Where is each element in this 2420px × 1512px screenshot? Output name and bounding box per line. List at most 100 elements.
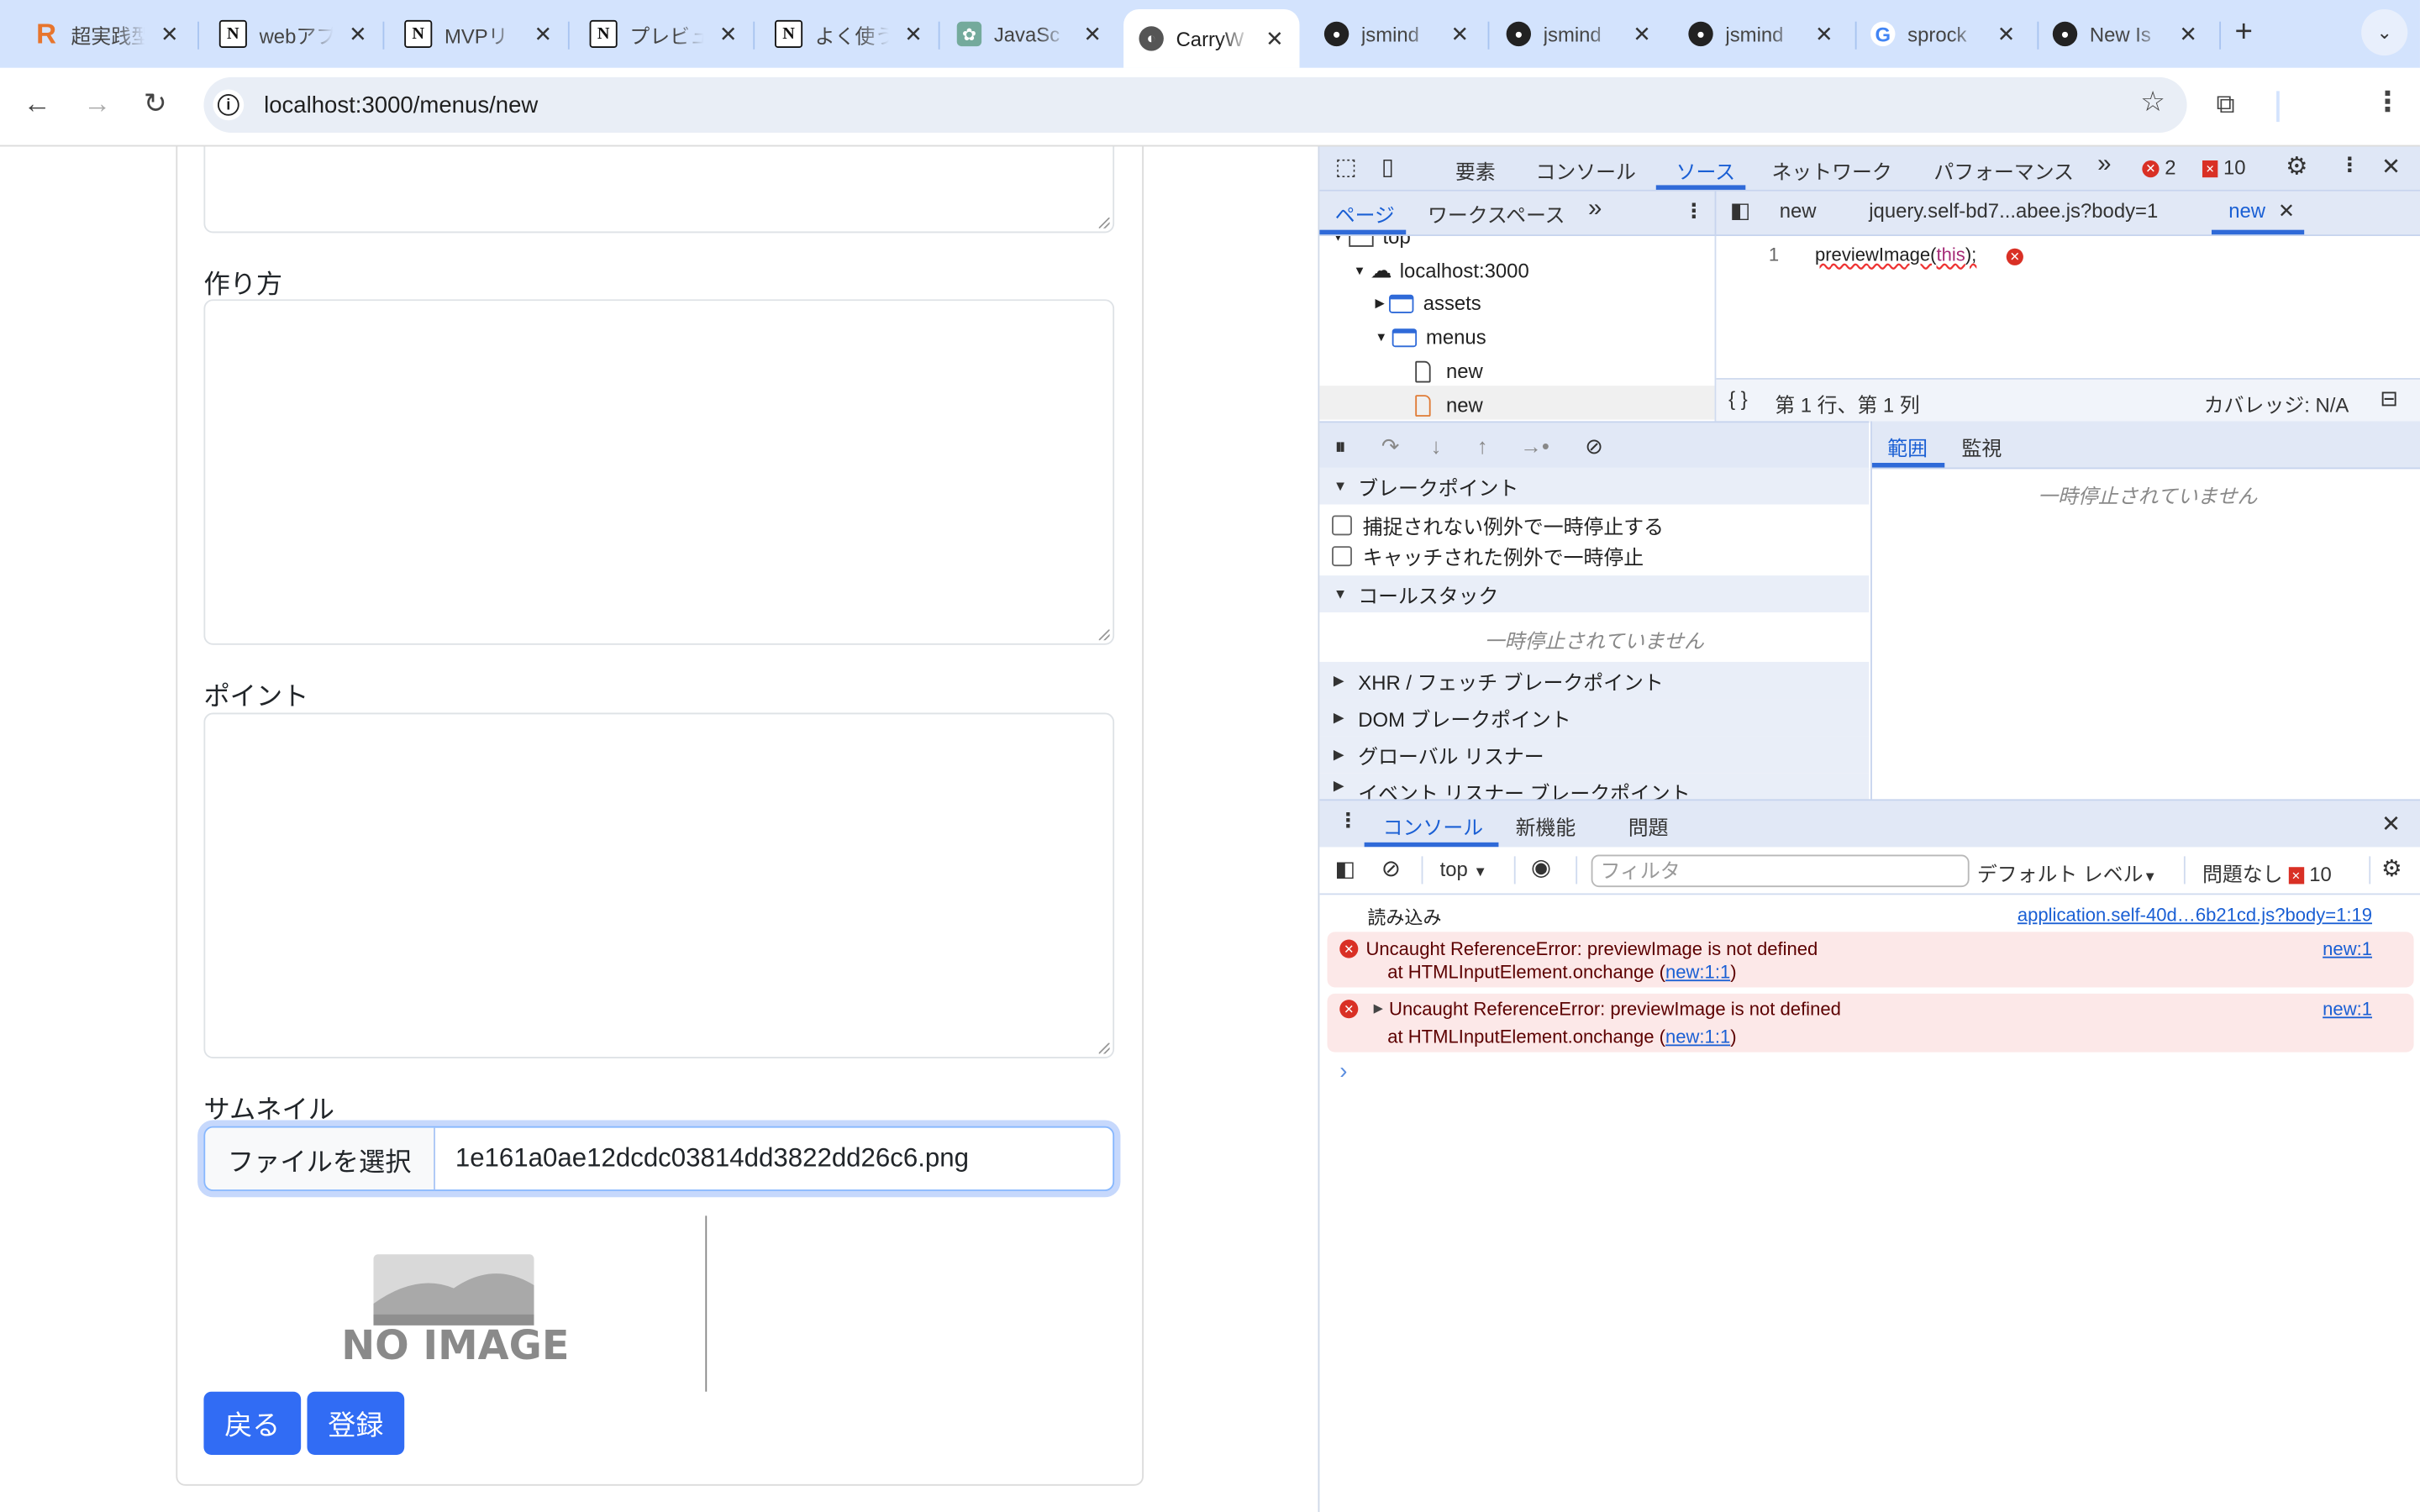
address-bar[interactable]: i localhost:3000/menus/new ☆ (203, 76, 2187, 133)
close-tab-icon[interactable]: ✕ (2179, 21, 2197, 47)
xhr-breakpoints-header[interactable]: ▶ XHR / フェッチ ブレークポイント (1319, 661, 1870, 700)
editor-tab[interactable]: jquery.self-bd7...abee.js?body=1 (1869, 199, 2158, 223)
tab-page[interactable]: ページ (1335, 199, 1395, 228)
show-drawer-icon[interactable]: ⊟ (2380, 386, 2398, 412)
console-filter-input[interactable]: フィルタ (1591, 854, 1970, 888)
warning-count-badge[interactable]: ✕ 10 (2202, 156, 2246, 179)
log-level-dropdown[interactable]: デフォルト レベル▼ (1977, 858, 2157, 887)
drawer-tab-issues[interactable]: 問題 (1628, 811, 1669, 841)
clear-console-icon[interactable]: ⊘ (1381, 855, 1401, 882)
global-listeners-header[interactable]: ▶ グローバル リスナー (1319, 736, 1870, 774)
more-nav-tabs-icon[interactable]: » (1588, 196, 1602, 223)
forward-arrow-icon[interactable]: → (83, 88, 111, 121)
tab[interactable]: ● jsmind ✕ (1506, 13, 1651, 55)
editor-tab[interactable]: new (1780, 199, 1817, 223)
tree-item-folder[interactable]: ▼ menus (1375, 326, 1486, 349)
tab[interactable]: ● jsmind ✕ (1688, 13, 1833, 55)
close-tab-icon[interactable]: ✕ (349, 21, 367, 47)
step-out-icon[interactable]: ↑ (1477, 433, 1488, 458)
close-tab-icon[interactable]: ✕ (1083, 21, 1102, 47)
issues-counter[interactable]: 問題なし ✕ 10 (2202, 858, 2332, 887)
callstack-header[interactable]: ▼ コールスタック (1319, 575, 1870, 613)
tree-item-folder[interactable]: ▶ assets (1375, 291, 1481, 315)
step-into-icon[interactable]: ↓ (1431, 433, 1442, 458)
device-toolbar-icon[interactable]: ▯ (1381, 153, 1394, 181)
point-textarea[interactable] (203, 712, 1115, 1058)
close-tab-icon[interactable]: ✕ (1997, 21, 2016, 47)
more-tabs-icon[interactable]: » (2097, 151, 2111, 179)
new-tab-button[interactable]: + (2235, 15, 2253, 50)
tab-active[interactable]: ◐ CarryW ✕ (1123, 9, 1300, 68)
close-tab-icon[interactable]: ✕ (904, 21, 923, 47)
tab[interactable]: R 超実践型 ✕ (34, 13, 178, 55)
pretty-print-icon[interactable]: { } (1728, 387, 1748, 411)
close-tab-icon[interactable]: ✕ (719, 21, 738, 47)
console-source-link[interactable]: application.self-40d…6b21cd.js?body=1:19 (2018, 904, 2372, 926)
thumbnail-file-input[interactable]: ファイルを選択 1e161a0ae12dcdc03814dd3822dd26c6… (203, 1126, 1115, 1191)
back-button[interactable]: 戻る (203, 1391, 302, 1456)
editor-tab-active[interactable]: new (2228, 199, 2265, 223)
breakpoints-header[interactable]: ▼ ブレークポイント (1319, 467, 1870, 505)
extensions-puzzle-icon[interactable]: ⧉ (2217, 90, 2235, 121)
tab-elements[interactable]: 要素 (1455, 156, 1496, 186)
error-source-link[interactable]: new:1 (2323, 938, 2372, 960)
error-source-link[interactable]: new:1 (2323, 998, 2372, 1020)
stack-link[interactable]: new:1:1 (1665, 1026, 1730, 1047)
close-tab-icon[interactable]: ✕ (1265, 25, 1284, 51)
close-tab-icon[interactable]: ✕ (534, 21, 552, 47)
back-arrow-icon[interactable]: ← (24, 88, 51, 121)
tab-scope[interactable]: 範囲 (1887, 432, 1928, 461)
stack-link[interactable]: new:1:1 (1665, 961, 1730, 983)
close-tab-icon[interactable]: ✕ (1633, 21, 1651, 47)
settings-gear-icon[interactable]: ⚙ (2286, 151, 2307, 182)
submit-button[interactable]: 登録 (307, 1391, 405, 1456)
tab[interactable]: N webアプ ✕ (218, 13, 367, 55)
tree-item-host[interactable]: ▼ ☁ localhost:3000 (1354, 258, 1529, 284)
inline-error-icon[interactable]: ✕ (2006, 248, 2023, 265)
tab-network[interactable]: ネットワーク (1772, 156, 1892, 186)
tree-item-top[interactable]: ▼ top (1332, 236, 1411, 249)
tab[interactable]: ✿ JavaSc ✕ (956, 13, 1102, 55)
live-expression-eye-icon[interactable]: ◉ (1531, 853, 1551, 881)
site-info-icon[interactable]: i (213, 89, 245, 121)
expand-triangle-icon[interactable]: ▶ (1374, 1001, 1383, 1016)
bookmark-star-icon[interactable]: ☆ (2140, 87, 2165, 119)
tab[interactable]: N プレビュ ✕ (589, 13, 738, 55)
tab[interactable]: ● jsmind ✕ (1323, 13, 1469, 55)
error-count-badge[interactable]: ✕ 2 (2142, 156, 2175, 179)
close-tab-icon[interactable]: ✕ (1815, 21, 1833, 47)
close-tab-icon[interactable]: ✕ (160, 21, 179, 47)
tab-console[interactable]: コンソール (1536, 156, 1636, 186)
tab-watch[interactable]: 監視 (1961, 432, 2002, 461)
close-tab-icon[interactable]: ✕ (1450, 21, 1469, 47)
code-editor[interactable]: 1 previewImage(this); ✕ (1716, 236, 2420, 375)
drawer-tab-console[interactable]: コンソール (1383, 811, 1483, 841)
pause-icon[interactable]: ⏸ (1335, 433, 1346, 459)
pause-caught-checkbox[interactable]: キャッチされた例外で一時停止 (1332, 542, 1644, 571)
tab-performance[interactable]: パフォーマンス (1933, 156, 2074, 186)
close-devtools-icon[interactable]: ✕ (2381, 153, 2401, 181)
step-over-icon[interactable]: ↷ (1381, 433, 1400, 459)
tab[interactable]: N よく使う ✕ (775, 13, 923, 55)
console-sidebar-icon[interactable]: ◧ (1335, 856, 1355, 882)
console-prompt-icon[interactable]: › (1339, 1058, 1347, 1084)
choose-file-button[interactable]: ファイルを選択 (205, 1127, 435, 1190)
tree-item-file[interactable]: new (1415, 360, 1483, 383)
tab-sources[interactable]: ソース (1676, 156, 1735, 186)
tab-workspace[interactable]: ワークスペース (1428, 199, 1565, 228)
reload-icon[interactable]: ↻ (144, 88, 167, 121)
tab[interactable]: G sprock ✕ (1870, 13, 2015, 55)
tree-item-file-selected[interactable]: new (1415, 393, 1483, 417)
browser-menu-icon[interactable]: ⋮ (2374, 87, 2402, 119)
inspect-element-icon[interactable]: ⬚ (1335, 153, 1357, 181)
tab[interactable]: N MVPリ ✕ (404, 13, 552, 55)
console-error-message[interactable]: ✕ ▶ Uncaught ReferenceError: previewImag… (1327, 993, 2414, 1053)
url-text[interactable]: localhost:3000/menus/new (264, 92, 538, 118)
devtools-menu-icon[interactable]: ⋮ (2339, 153, 2360, 177)
context-selector[interactable]: top ▼ (1440, 858, 1487, 881)
console-settings-gear-icon[interactable]: ⚙ (2381, 855, 2402, 882)
method-textarea[interactable] (203, 299, 1115, 645)
drawer-tab-whatsnew[interactable]: 新機能 (1516, 811, 1576, 841)
pause-uncaught-checkbox[interactable]: 捕捉されない例外で一時停止する (1332, 511, 1664, 540)
toggle-navigator-icon[interactable]: ◧ (1730, 197, 1750, 223)
